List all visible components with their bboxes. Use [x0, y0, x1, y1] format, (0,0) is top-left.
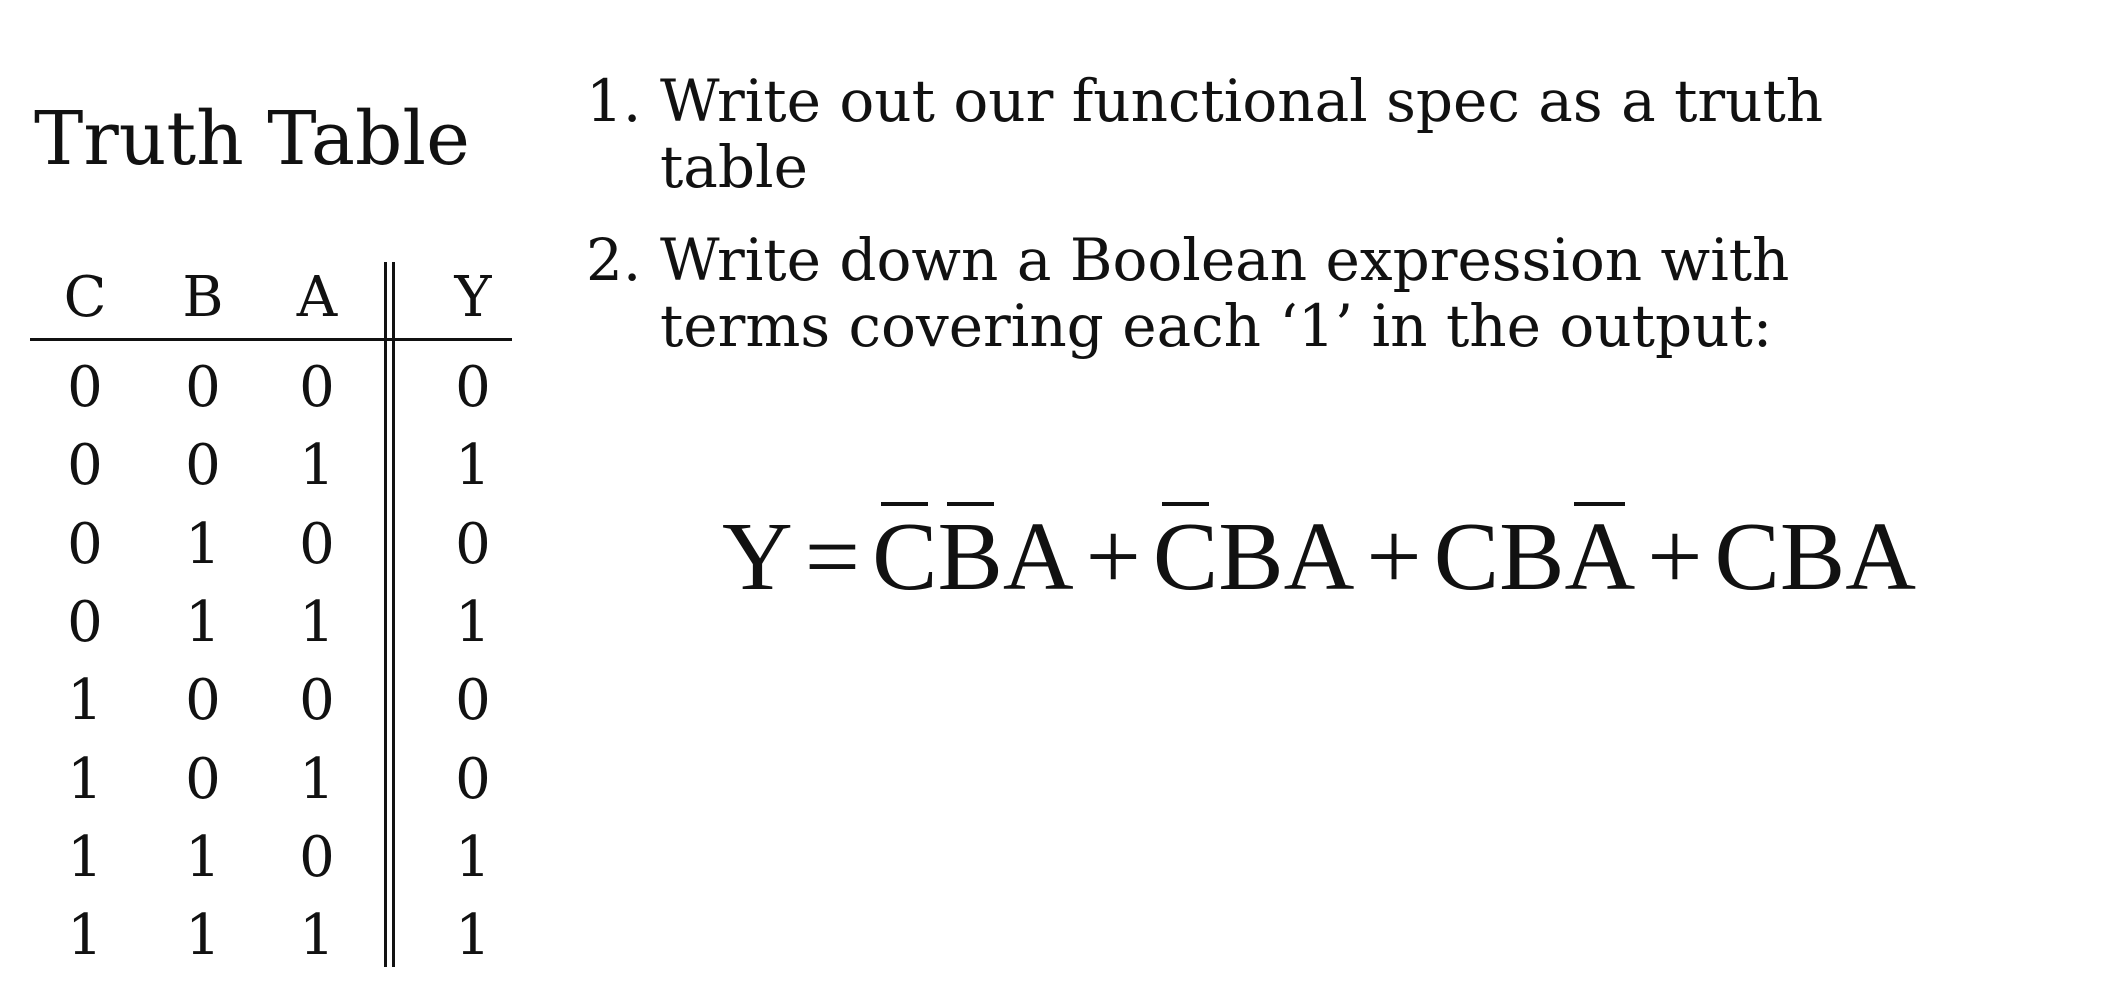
cell-y: 0	[455, 511, 491, 577]
step-text: Write out our functional spec as a truth…	[660, 67, 1824, 201]
cell-c: 0	[67, 355, 103, 420]
product-term: CBA	[1433, 502, 1636, 611]
boolean-equation: Y = CBA + CBA + CBA + CBA	[722, 502, 1917, 611]
cell-b: 1	[185, 511, 221, 577]
literal: A	[1002, 503, 1074, 611]
cell-a: 1	[299, 433, 335, 499]
cell-c: 1	[67, 903, 103, 969]
cell-a: 1	[299, 589, 335, 655]
cell-a: 0	[299, 824, 335, 890]
header-b: B	[182, 265, 224, 330]
cell-c: 1	[67, 824, 103, 890]
product-term: CBA	[1152, 502, 1355, 611]
cell-a: 1	[299, 746, 335, 812]
equation-lhs: Y	[722, 503, 793, 611]
negated-literal: C	[872, 502, 938, 611]
header-divider	[30, 338, 512, 341]
negated-literal: A	[1564, 502, 1636, 611]
literal: C	[1714, 503, 1780, 611]
cell-b: 1	[185, 589, 221, 655]
cell-a: 0	[299, 355, 335, 420]
cell-y: 0	[455, 668, 491, 734]
cell-c: 1	[67, 746, 103, 812]
literal: B	[1218, 503, 1284, 611]
cell-y: 0	[455, 355, 491, 420]
literal: B	[1779, 503, 1846, 611]
equals-sign: =	[804, 503, 861, 611]
output-divider-left	[384, 262, 387, 967]
header-y: Y	[454, 265, 492, 330]
cell-c: 0	[67, 433, 103, 499]
cell-b: 0	[185, 668, 221, 734]
cell-y: 1	[455, 433, 491, 499]
cell-b: 0	[185, 355, 221, 420]
literal: C	[1433, 503, 1500, 611]
cell-b: 0	[185, 746, 221, 812]
header-a: A	[296, 265, 338, 330]
plus-sign: +	[1085, 503, 1141, 611]
cell-b: 0	[185, 433, 221, 499]
cell-c: 0	[67, 589, 103, 655]
cell-c: 0	[67, 511, 103, 577]
cell-b: 1	[185, 903, 221, 969]
product-term: CBA	[872, 502, 1074, 611]
product-term: CBA	[1715, 508, 1917, 606]
literal: B	[1499, 503, 1565, 611]
literal: A	[1283, 503, 1355, 611]
cell-a: 1	[299, 903, 335, 969]
cell-y: 1	[455, 589, 491, 655]
output-divider-right	[392, 262, 395, 967]
cell-a: 0	[299, 668, 335, 734]
cell-y: 0	[455, 746, 491, 812]
step-text: Write down a Boolean expression with ter…	[660, 226, 1790, 360]
cell-y: 1	[455, 824, 491, 890]
header-c: C	[63, 265, 107, 330]
step-number: 2.	[586, 226, 642, 294]
cell-c: 1	[67, 668, 103, 734]
plus-sign: +	[1647, 503, 1703, 611]
cell-b: 1	[185, 824, 221, 890]
negated-literal: B	[937, 502, 1003, 611]
cell-a: 0	[299, 511, 335, 577]
literal: A	[1845, 503, 1917, 611]
plus-sign: +	[1366, 503, 1422, 611]
cell-y: 1	[455, 903, 491, 969]
step-number: 1.	[586, 67, 642, 135]
negated-literal: C	[1152, 502, 1219, 611]
truth-table: C B A Y 0 0 0 0 0 0 1 1 0 1 0 0 0 1 1 1 1 0 0 0 1 0 1 0 1 1 0 1 1 1 1 1	[30, 0, 512, 1000]
